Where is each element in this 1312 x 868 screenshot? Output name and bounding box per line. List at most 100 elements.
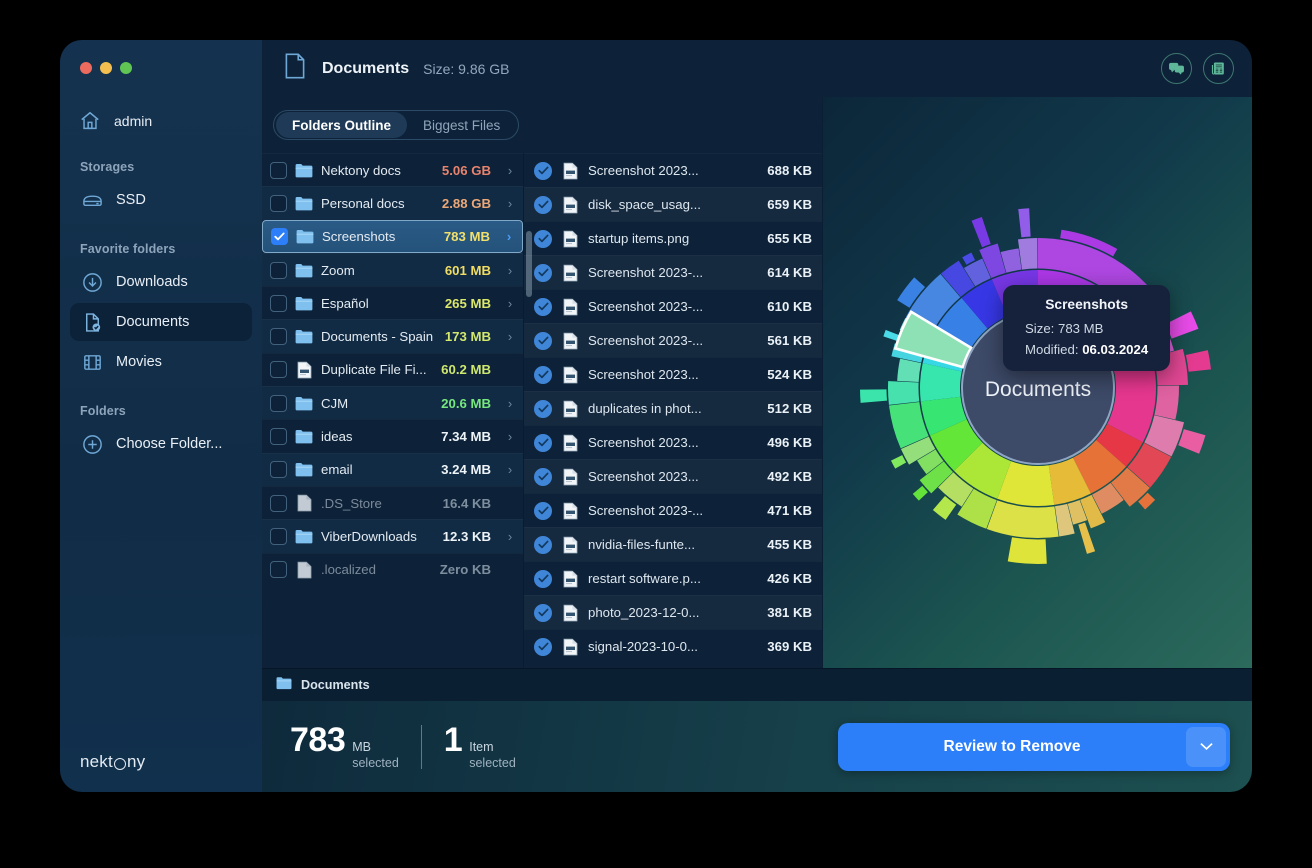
- file-row[interactable]: duplicates in phot... 512 KB: [524, 391, 822, 425]
- file-checkbox[interactable]: [534, 229, 552, 248]
- file-checkbox[interactable]: [534, 399, 552, 418]
- sunburst-slice[interactable]: [1017, 207, 1031, 237]
- folder-checkbox[interactable]: [270, 428, 287, 446]
- chevron-right-icon[interactable]: ›: [504, 229, 514, 244]
- chevron-right-icon[interactable]: ›: [505, 296, 515, 311]
- folder-row[interactable]: Duplicate File Fi...60.2 MB›: [262, 352, 523, 387]
- sunburst-slice[interactable]: [1177, 428, 1205, 454]
- sidebar-user[interactable]: admin: [60, 104, 262, 138]
- folder-checkbox[interactable]: [270, 261, 287, 279]
- folder-checkbox[interactable]: [270, 494, 287, 512]
- tab-biggest-files[interactable]: Biggest Files: [407, 112, 516, 138]
- tab-folders-outline[interactable]: Folders Outline: [276, 112, 408, 138]
- file-row[interactable]: Screenshot 2023-... 610 KB: [524, 289, 822, 323]
- sunburst-slice[interactable]: [986, 499, 1059, 538]
- chevron-right-icon[interactable]: ›: [505, 529, 515, 544]
- window-controls[interactable]: [60, 58, 262, 74]
- file-checkbox[interactable]: [534, 501, 552, 520]
- sunburst-slice[interactable]: [971, 216, 991, 247]
- file-checkbox[interactable]: [534, 297, 552, 316]
- view-mode-segmented-control[interactable]: Folders Outline Biggest Files: [273, 110, 520, 140]
- sunburst-slice[interactable]: [1007, 536, 1047, 564]
- zoom-button[interactable]: [120, 62, 132, 74]
- file-row[interactable]: startup items.png 655 KB: [524, 221, 822, 255]
- folder-row[interactable]: Personal docs 2.88 GB ›: [262, 186, 523, 220]
- chevron-right-icon[interactable]: ›: [505, 196, 515, 211]
- chevron-right-icon[interactable]: ›: [505, 396, 515, 411]
- chevron-right-icon[interactable]: ›: [505, 263, 515, 278]
- folder-row[interactable]: .DS_Store16.4 KB›: [262, 485, 523, 520]
- sunburst-slice[interactable]: [890, 454, 906, 469]
- folder-checkbox[interactable]: [270, 161, 287, 179]
- file-row[interactable]: Screenshot 2023-... 471 KB: [524, 493, 822, 527]
- file-list[interactable]: Screenshot 2023... 688 KB disk_space_usag.…: [524, 153, 822, 668]
- chart-tooltip: Screenshots Size: 783 MB Modified: 06.03…: [1003, 285, 1171, 371]
- folder-checkbox[interactable]: [270, 561, 287, 579]
- file-checkbox[interactable]: [534, 365, 552, 384]
- file-row[interactable]: restart software.p... 426 KB: [524, 561, 822, 595]
- file-row[interactable]: signal-2023-10-0... 369 KB: [524, 629, 822, 663]
- file-checkbox[interactable]: [534, 569, 552, 588]
- folder-row[interactable]: Nektony docs 5.06 GB ›: [262, 153, 523, 187]
- file-row[interactable]: Screenshot 2023... 496 KB: [524, 425, 822, 459]
- chevron-right-icon[interactable]: ›: [505, 329, 515, 344]
- file-checkbox[interactable]: [534, 331, 552, 350]
- file-checkbox[interactable]: [534, 161, 552, 180]
- folder-checkbox[interactable]: [270, 527, 287, 545]
- file-row[interactable]: Screenshot 2023-... 614 KB: [524, 255, 822, 289]
- minimize-button[interactable]: [100, 62, 112, 74]
- file-row[interactable]: Screenshot 2023... 688 KB: [524, 153, 822, 187]
- file-checkbox[interactable]: [534, 467, 552, 486]
- file-checkbox[interactable]: [534, 637, 552, 656]
- folder-row[interactable]: email 3.24 MB ›: [262, 452, 523, 486]
- file-checkbox[interactable]: [534, 603, 552, 622]
- chat-button[interactable]: [1161, 53, 1192, 84]
- sunburst-slice[interactable]: [887, 380, 919, 405]
- folder-checkbox[interactable]: [270, 461, 287, 479]
- chevron-right-icon[interactable]: ›: [505, 462, 515, 477]
- sunburst-slice[interactable]: [859, 388, 887, 403]
- folder-checkbox[interactable]: [270, 294, 287, 312]
- file-row[interactable]: disk_space_usag... 659 KB: [524, 187, 822, 221]
- folder-row[interactable]: Español 265 MB ›: [262, 286, 523, 320]
- folder-checkbox[interactable]: [270, 394, 287, 412]
- folder-row[interactable]: CJM 20.6 MB ›: [262, 386, 523, 420]
- review-to-remove-button[interactable]: Review to Remove: [838, 722, 1230, 771]
- folder-checkbox[interactable]: [270, 194, 287, 212]
- file-checkbox[interactable]: [534, 195, 552, 214]
- sidebar-item-choose-folder[interactable]: Choose Folder...: [70, 425, 252, 463]
- folder-row[interactable]: Zoom 601 MB ›: [262, 252, 523, 287]
- sunburst-chart[interactable]: Documents: [858, 198, 1218, 568]
- folder-checkbox[interactable]: [271, 227, 288, 245]
- chevron-right-icon[interactable]: ›: [505, 429, 515, 444]
- sidebar-item-ssd[interactable]: SSD: [70, 181, 252, 219]
- file-list-scrollbar[interactable]: [526, 231, 532, 297]
- chevron-down-icon[interactable]: [1186, 726, 1226, 767]
- sidebar-item-documents[interactable]: Documents: [70, 303, 252, 341]
- folder-row[interactable]: ideas 7.34 MB ›: [262, 419, 523, 453]
- file-checkbox[interactable]: [534, 263, 552, 282]
- sunburst-slice[interactable]: [912, 485, 928, 501]
- folder-row[interactable]: ViberDownloads 12.3 KB ›: [262, 519, 523, 553]
- file-row[interactable]: photo_2023-12-0... 381 KB: [524, 595, 822, 629]
- chevron-right-icon[interactable]: ›: [505, 163, 515, 178]
- folder-list[interactable]: Nektony docs 5.06 GB › Personal docs 2.88 GB…: [262, 153, 524, 668]
- news-button[interactable]: [1203, 53, 1234, 84]
- sidebar-item-movies[interactable]: Movies: [70, 343, 252, 381]
- folder-checkbox[interactable]: [270, 361, 287, 379]
- sunburst-slice[interactable]: [1185, 349, 1211, 372]
- folder-checkbox[interactable]: [270, 328, 287, 346]
- file-row[interactable]: Screenshot 2023... 524 KB: [524, 357, 822, 391]
- file-checkbox[interactable]: [534, 535, 552, 554]
- sidebar-item-downloads[interactable]: Downloads: [70, 263, 252, 301]
- folder-row[interactable]: .localizedZero KB›: [262, 552, 523, 586]
- sunburst-slice[interactable]: [1153, 385, 1179, 420]
- file-row[interactable]: Screenshot 2023... 492 KB: [524, 459, 822, 493]
- close-button[interactable]: [80, 62, 92, 74]
- sunburst-slice[interactable]: [896, 358, 921, 382]
- file-row[interactable]: nvidia-files-funte... 455 KB: [524, 527, 822, 561]
- folder-row[interactable]: Documents - Spain 173 MB ›: [262, 319, 523, 353]
- file-checkbox[interactable]: [534, 433, 552, 452]
- file-row[interactable]: Screenshot 2023-... 561 KB: [524, 323, 822, 357]
- folder-row[interactable]: Screenshots 783 MB ›: [262, 219, 523, 253]
